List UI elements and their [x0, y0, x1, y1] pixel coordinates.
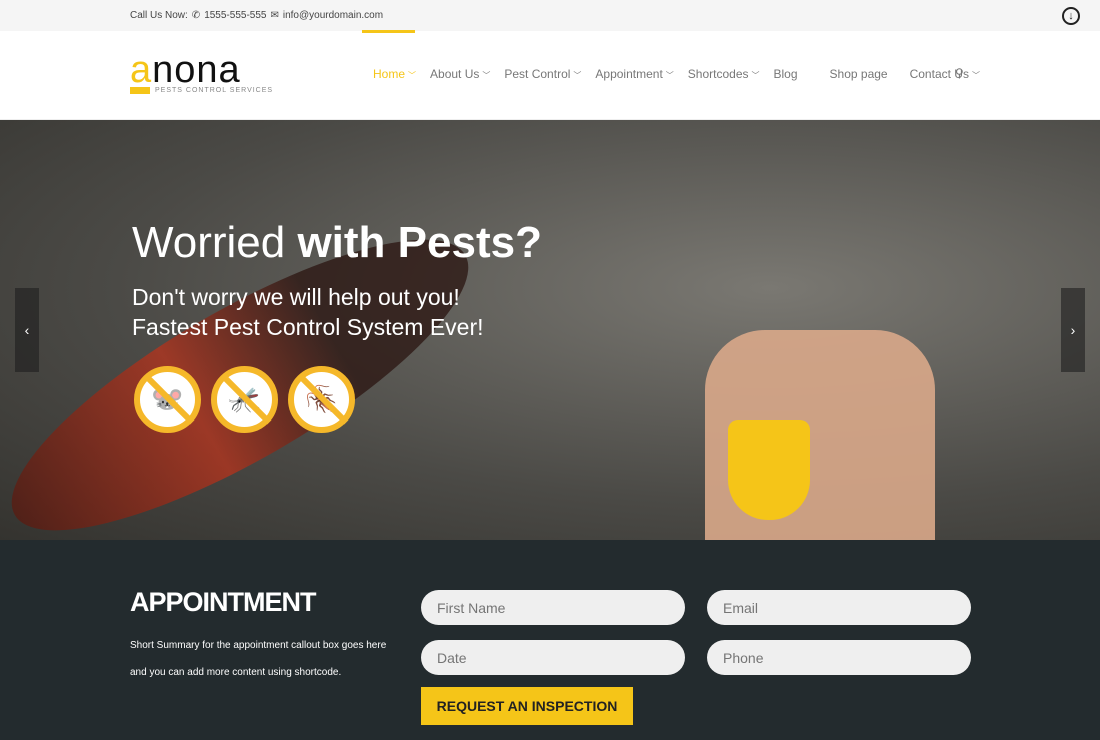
- chevron-down-icon: ﹀: [971, 71, 980, 80]
- chevron-down-icon: ﹀: [665, 71, 674, 80]
- nav-blog[interactable]: Blog: [774, 67, 798, 81]
- no-mosquito-icon: 🦟: [211, 366, 278, 433]
- logo-word: nona: [152, 49, 241, 91]
- envelope-icon: ✉: [270, 10, 279, 21]
- chevron-down-icon: ﹀: [573, 71, 582, 80]
- chevron-down-icon: ﹀: [482, 71, 491, 80]
- nav-shop-page[interactable]: Shop page: [830, 67, 888, 81]
- logo-a: a: [130, 49, 153, 91]
- nav-appointment[interactable]: Appointment ﹀: [595, 67, 673, 81]
- chevron-down-icon: ﹀: [751, 71, 760, 80]
- phone-input[interactable]: [707, 640, 971, 675]
- nav-about-us[interactable]: About Us ﹀: [430, 67, 490, 81]
- spray-can-image: [728, 420, 810, 520]
- email-input[interactable]: [707, 590, 971, 625]
- hero-title: Worried with Pests?: [132, 218, 542, 267]
- nav-contact-us[interactable]: Contact Us ﹀: [910, 67, 980, 81]
- search-icon[interactable]: ⚲: [955, 66, 964, 80]
- hero-line-1: Don't worry we will help out you!: [132, 284, 460, 310]
- phone-icon: ✆: [191, 10, 201, 21]
- logo-tagline: PESTS CONTROL SERVICES: [155, 87, 274, 94]
- top-bar: Call Us Now: ✆ 1555-555-555 ✉ info@yourd…: [0, 0, 1100, 31]
- request-inspection-button[interactable]: REQUEST AN INSPECTION: [421, 687, 633, 725]
- header: anona PESTS CONTROL SERVICES Home ﹀ About…: [0, 30, 1100, 120]
- nav-shortcodes[interactable]: Shortcodes ﹀: [688, 67, 760, 81]
- download-icon[interactable]: ↓: [1062, 7, 1080, 25]
- nav-pest-control[interactable]: Pest Control ﹀: [504, 67, 581, 81]
- logo[interactable]: anona PESTS CONTROL SERVICES: [130, 51, 273, 94]
- chevron-down-icon: ﹀: [408, 71, 417, 80]
- appointment-title: APPOINTMENT: [130, 587, 317, 617]
- next-slide-button[interactable]: ›: [1061, 288, 1085, 372]
- email-link[interactable]: info@yourdomain.com: [283, 10, 383, 21]
- no-cockroach-icon: 🪳: [288, 366, 355, 433]
- nav-home[interactable]: Home ﹀: [373, 67, 416, 81]
- call-label: Call Us Now:: [130, 10, 188, 21]
- phone-number[interactable]: 1555-555-555: [204, 10, 266, 21]
- first-name-input[interactable]: [421, 590, 685, 625]
- appointment-section: APPOINTMENT Short Summary for the appoin…: [0, 540, 1100, 740]
- logo-bar: [130, 87, 150, 94]
- hero-slider: Worried with Pests? Don't worry we will …: [0, 120, 1100, 540]
- active-indicator: [362, 30, 415, 33]
- no-mouse-icon: 🐭: [134, 366, 201, 433]
- appointment-summary: Short Summary for the appointment callou…: [130, 640, 387, 678]
- main-nav: Home ﹀ About Us ﹀ Pest Control ﹀ Appointmen…: [373, 67, 994, 81]
- prev-slide-button[interactable]: ‹: [15, 288, 39, 372]
- hero-line-2: Fastest Pest Control System Ever!: [132, 314, 484, 340]
- date-input[interactable]: [421, 640, 685, 675]
